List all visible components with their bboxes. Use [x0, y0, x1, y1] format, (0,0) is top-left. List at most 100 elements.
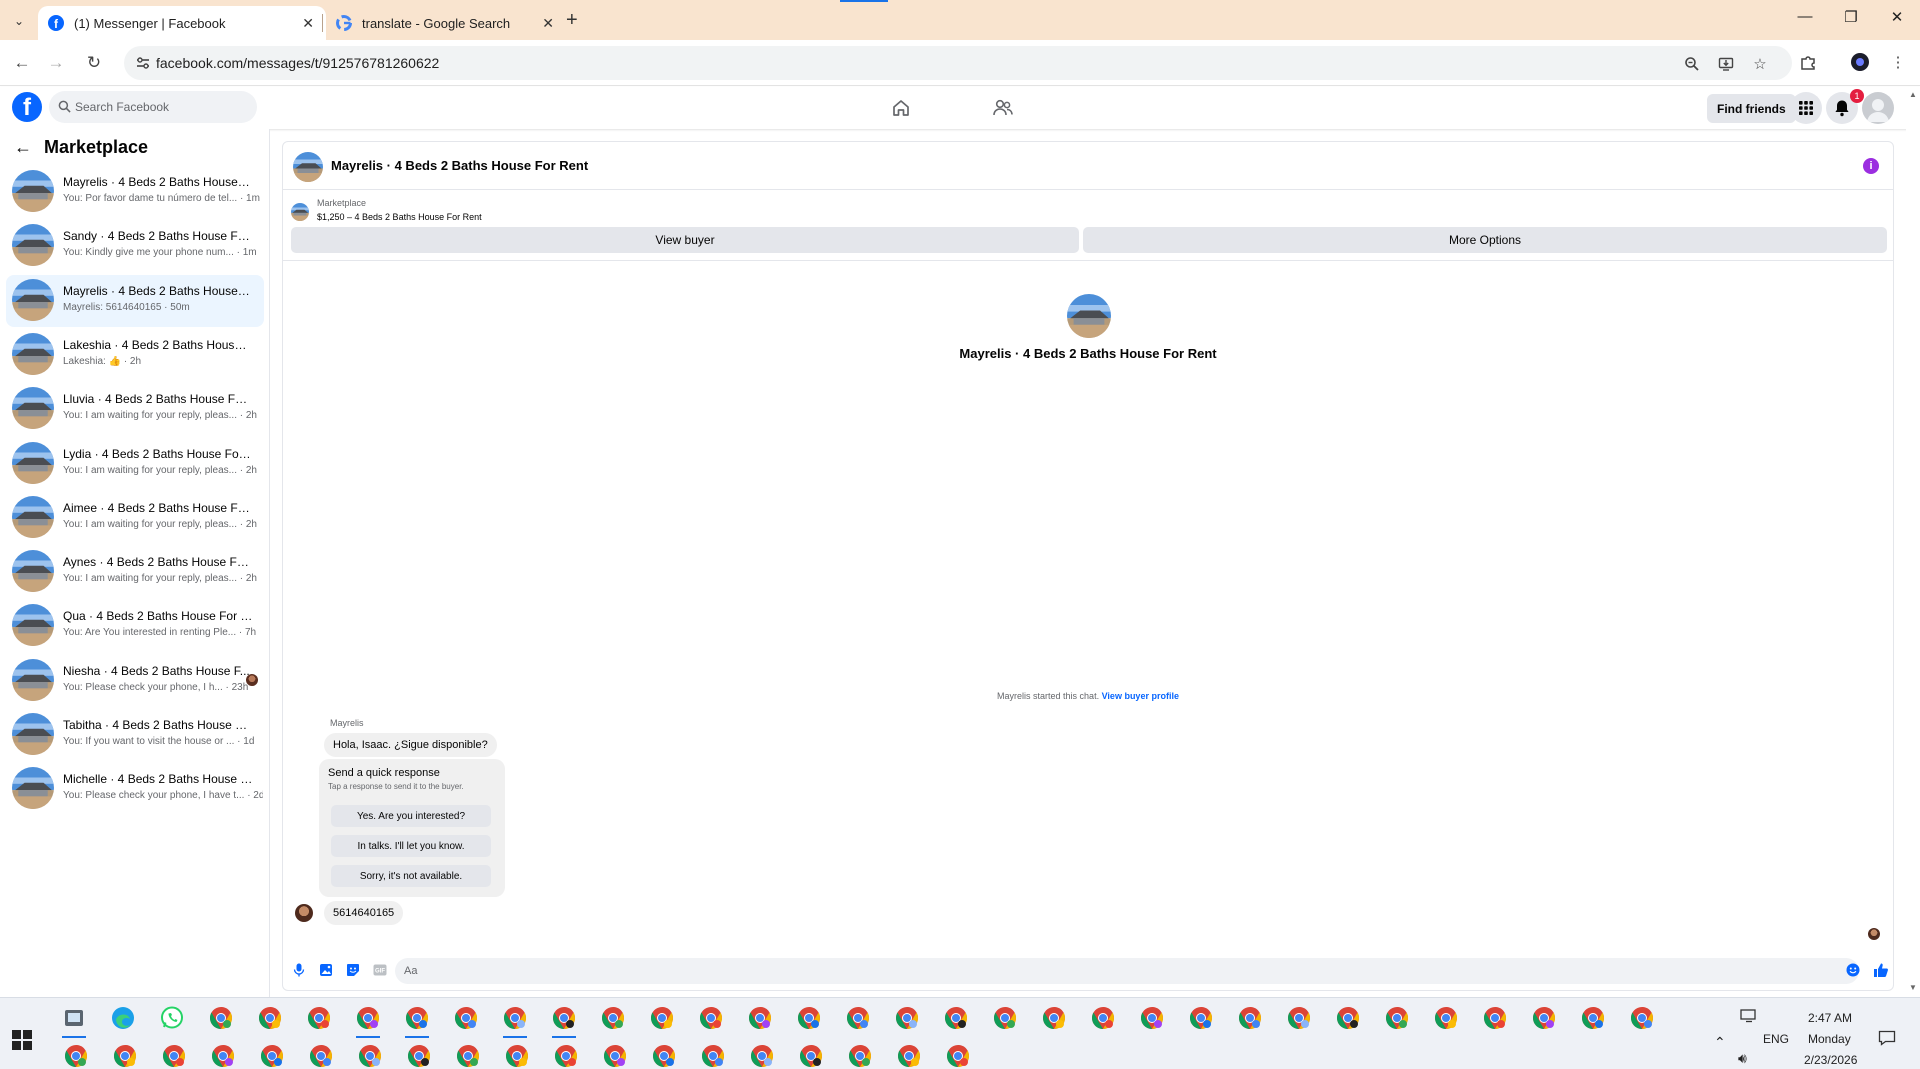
chrome-profile-icon[interactable] [599, 1004, 627, 1032]
back-arrow-icon[interactable]: ← [14, 137, 32, 158]
window-close-icon[interactable]: ✕ [1874, 8, 1920, 26]
scroll-down-arrow-icon[interactable]: ▼ [1909, 983, 1917, 992]
chrome-profile-icon[interactable] [501, 1004, 529, 1038]
clock-date[interactable]: 2/23/2026 [1804, 1053, 1857, 1067]
find-friends-button[interactable]: Find friends [1707, 94, 1796, 123]
photo-icon[interactable] [318, 962, 334, 978]
language-indicator[interactable]: ENG [1763, 1032, 1789, 1046]
volume-icon[interactable]: 🔊︎ [1738, 1050, 1747, 1067]
site-info-icon[interactable] [134, 54, 152, 72]
chrome-profile-icon[interactable] [1530, 1004, 1558, 1032]
tab-search-chevron-icon[interactable]: ⌄ [8, 10, 30, 32]
chrome-profile-icon[interactable] [403, 1004, 431, 1038]
chrome-profile-icon[interactable] [895, 1042, 923, 1069]
chrome-profile-icon[interactable] [942, 1004, 970, 1032]
page-scrollbar[interactable]: ▲ ▼ [1906, 87, 1920, 997]
profile-avatar-icon[interactable] [1850, 52, 1870, 72]
chrome-profile-icon[interactable] [746, 1004, 774, 1032]
network-icon[interactable] [1740, 1009, 1758, 1026]
tab-close-google[interactable]: ✕ [530, 6, 554, 40]
view-buyer-profile-link[interactable]: View buyer profile [1102, 691, 1179, 701]
chrome-profile-icon[interactable] [256, 1004, 284, 1032]
chrome-profile-icon[interactable] [1432, 1004, 1460, 1032]
chrome-profile-icon[interactable] [356, 1042, 384, 1069]
chrome-profile-icon[interactable] [305, 1004, 333, 1032]
thumbs-up-icon[interactable] [1873, 962, 1889, 978]
chrome-profile-icon[interactable] [699, 1042, 727, 1069]
chrome-profile-icon[interactable] [111, 1042, 139, 1069]
bookmark-star-icon[interactable]: ☆ [1750, 54, 1770, 74]
more-options-button[interactable]: More Options [1083, 227, 1887, 253]
reload-icon[interactable]: ↻ [82, 51, 106, 75]
whatsapp-icon[interactable] [158, 1004, 186, 1032]
scroll-up-arrow-icon[interactable]: ▲ [1909, 90, 1917, 99]
conversation-item[interactable]: Lakeshia · 4 Beds 2 Baths House F... Lake… [6, 329, 264, 381]
windows-start-icon[interactable] [12, 1030, 32, 1050]
menu-grid-icon[interactable] [1790, 92, 1822, 124]
extensions-puzzle-icon[interactable] [1798, 52, 1818, 72]
contact-avatar[interactable] [293, 152, 323, 182]
conversation-item[interactable]: Sandy · 4 Beds 2 Baths House For ... You:… [6, 220, 264, 272]
chrome-profile-icon[interactable] [503, 1042, 531, 1069]
clock-time[interactable]: 2:47 AM [1808, 1011, 1852, 1025]
back-arrow-icon[interactable]: ← [10, 51, 34, 75]
chrome-profile-icon[interactable] [1138, 1004, 1166, 1032]
chrome-profile-icon[interactable] [601, 1042, 629, 1069]
conversation-item[interactable]: Aynes · 4 Beds 2 Baths House For ... You:… [6, 546, 264, 598]
facebook-search-input[interactable]: Search Facebook [49, 91, 257, 123]
conversation-item[interactable]: Qua · 4 Beds 2 Baths House For Rent You: … [6, 600, 264, 652]
chrome-profile-icon[interactable] [552, 1042, 580, 1069]
chrome-profile-icon[interactable] [452, 1004, 480, 1032]
chrome-profile-icon[interactable] [1236, 1004, 1264, 1032]
restore-icon[interactable]: ❐ [1828, 8, 1874, 26]
tab-google-translate[interactable]: translate - Google Search [326, 6, 556, 40]
zoom-icon[interactable] [1682, 54, 1702, 74]
chrome-profile-icon[interactable] [207, 1004, 235, 1032]
address-bar[interactable]: facebook.com/messages/t/912576781260622 … [124, 46, 1792, 80]
chrome-profile-icon[interactable] [1285, 1004, 1313, 1032]
chrome-profile-icon[interactable] [258, 1042, 286, 1069]
incoming-message-bubble[interactable]: 5614640165 [324, 901, 404, 925]
chrome-profile-icon[interactable] [697, 1004, 725, 1032]
microphone-icon[interactable] [291, 962, 307, 978]
chrome-profile-icon[interactable] [1579, 1004, 1607, 1032]
close-icon[interactable]: ✕ [302, 15, 314, 32]
chrome-profile-icon[interactable] [846, 1042, 874, 1069]
chrome-profile-icon[interactable] [1089, 1004, 1117, 1032]
view-buyer-button[interactable]: View buyer [291, 227, 1079, 253]
chrome-profile-icon[interactable] [748, 1042, 776, 1069]
forward-arrow-icon[interactable]: → [44, 51, 68, 75]
info-icon[interactable]: i [1863, 158, 1879, 174]
conversation-item[interactable]: Mayrelis · 4 Beds 2 Baths House F... You:… [6, 166, 264, 218]
chrome-profile-icon[interactable] [209, 1042, 237, 1069]
chrome-profile-icon[interactable] [354, 1004, 382, 1038]
chrome-profile-icon[interactable] [550, 1004, 578, 1038]
install-app-icon[interactable] [1716, 54, 1736, 74]
chat-contact-name[interactable]: Mayrelis · 4 Beds 2 Baths House For Rent [331, 158, 588, 173]
conversation-item[interactable]: Aimee · 4 Beds 2 Baths House For ... You:… [6, 492, 264, 544]
sticker-icon[interactable] [345, 962, 361, 978]
chrome-profile-icon[interactable] [650, 1042, 678, 1069]
clock-day[interactable]: Monday [1808, 1032, 1851, 1046]
chrome-menu-icon[interactable]: ⋮ [1888, 52, 1908, 72]
notification-center-icon[interactable] [1878, 1030, 1896, 1049]
conversation-item[interactable]: Tabitha · 4 Beds 2 Baths House For... You… [6, 709, 264, 761]
quick-response-option[interactable]: Sorry, it's not available. [331, 865, 491, 887]
facebook-logo-icon[interactable]: f [12, 92, 42, 122]
tab-close-messenger[interactable]: ✕ [290, 6, 314, 40]
friends-icon[interactable] [990, 95, 1016, 121]
conversation-item[interactable]: Niesha · 4 Beds 2 Baths House F... You: P… [6, 655, 264, 707]
close-icon[interactable]: ✕ [542, 15, 554, 32]
chrome-profile-icon[interactable] [1481, 1004, 1509, 1032]
conversation-item[interactable]: Mayrelis · 4 Beds 2 Baths House F... Mayr… [6, 274, 264, 327]
new-tab-plus-icon[interactable]: + [566, 9, 578, 32]
chrome-profile-icon[interactable] [844, 1004, 872, 1032]
chrome-profile-icon[interactable] [1628, 1004, 1656, 1032]
chrome-profile-icon[interactable] [1334, 1004, 1362, 1032]
chrome-profile-icon[interactable] [797, 1042, 825, 1069]
show-hidden-icons-chevron-icon[interactable]: ⌃ [1714, 1034, 1726, 1051]
sender-avatar[interactable] [295, 904, 313, 922]
tab-messenger[interactable]: f (1) Messenger | Facebook [38, 6, 326, 40]
edge-browser-icon[interactable] [109, 1004, 137, 1032]
message-input[interactable]: Aa [395, 958, 1859, 984]
